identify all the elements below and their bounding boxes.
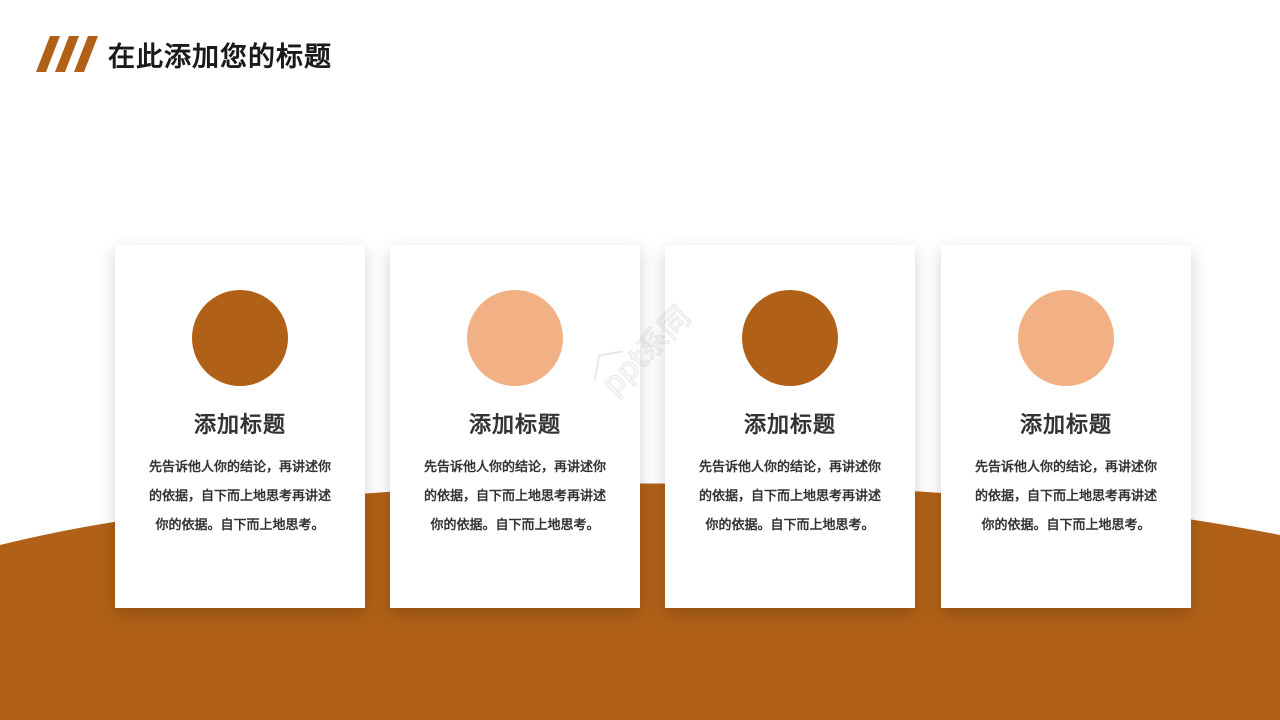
card-circle <box>742 290 838 386</box>
card-1: 添加标题 先告诉他人你的结论，再讲述你的依据，自下而上地思考再讲述你的依据。自下… <box>115 245 365 608</box>
page-title: 在此添加您的标题 <box>108 41 332 73</box>
slash-stripes-icon <box>36 36 98 72</box>
card-circle <box>1018 290 1114 386</box>
card-title: 添加标题 <box>193 413 286 438</box>
card-title: 添加标题 <box>468 413 561 438</box>
card-body: 先告诉他人你的结论，再讲述你的依据，自下而上地思考再讲述你的依据。自下而上地思考… <box>148 460 331 533</box>
card-4: 添加标题 先告诉他人你的结论，再讲述你的依据，自下而上地思考再讲述你的依据。自下… <box>941 245 1191 608</box>
card-3: 添加标题 先告诉他人你的结论，再讲述你的依据，自下而上地思考再讲述你的依据。自下… <box>665 245 915 608</box>
card-body: 先告诉他人你的结论，再讲述你的依据，自下而上地思考再讲述你的依据。自下而上地思考… <box>698 460 881 533</box>
card-body: 先告诉他人你的结论，再讲述你的依据，自下而上地思考再讲述你的依据。自下而上地思考… <box>423 460 606 533</box>
header: 在此添加您的标题 <box>36 34 332 74</box>
card-circle <box>192 290 288 386</box>
card-title: 添加标题 <box>1019 413 1112 438</box>
card-circle <box>467 290 563 386</box>
card-2: 添加标题 先告诉他人你的结论，再讲述你的依据，自下而上地思考再讲述你的依据。自下… <box>390 245 640 608</box>
card-title: 添加标题 <box>743 413 836 438</box>
slide: 在此添加您的标题 添加标题 先告诉他人你的结论，再讲述你的依据，自下而上地思考再… <box>0 0 1280 720</box>
card-body: 先告诉他人你的结论，再讲述你的依据，自下而上地思考再讲述你的依据。自下而上地思考… <box>974 460 1157 533</box>
